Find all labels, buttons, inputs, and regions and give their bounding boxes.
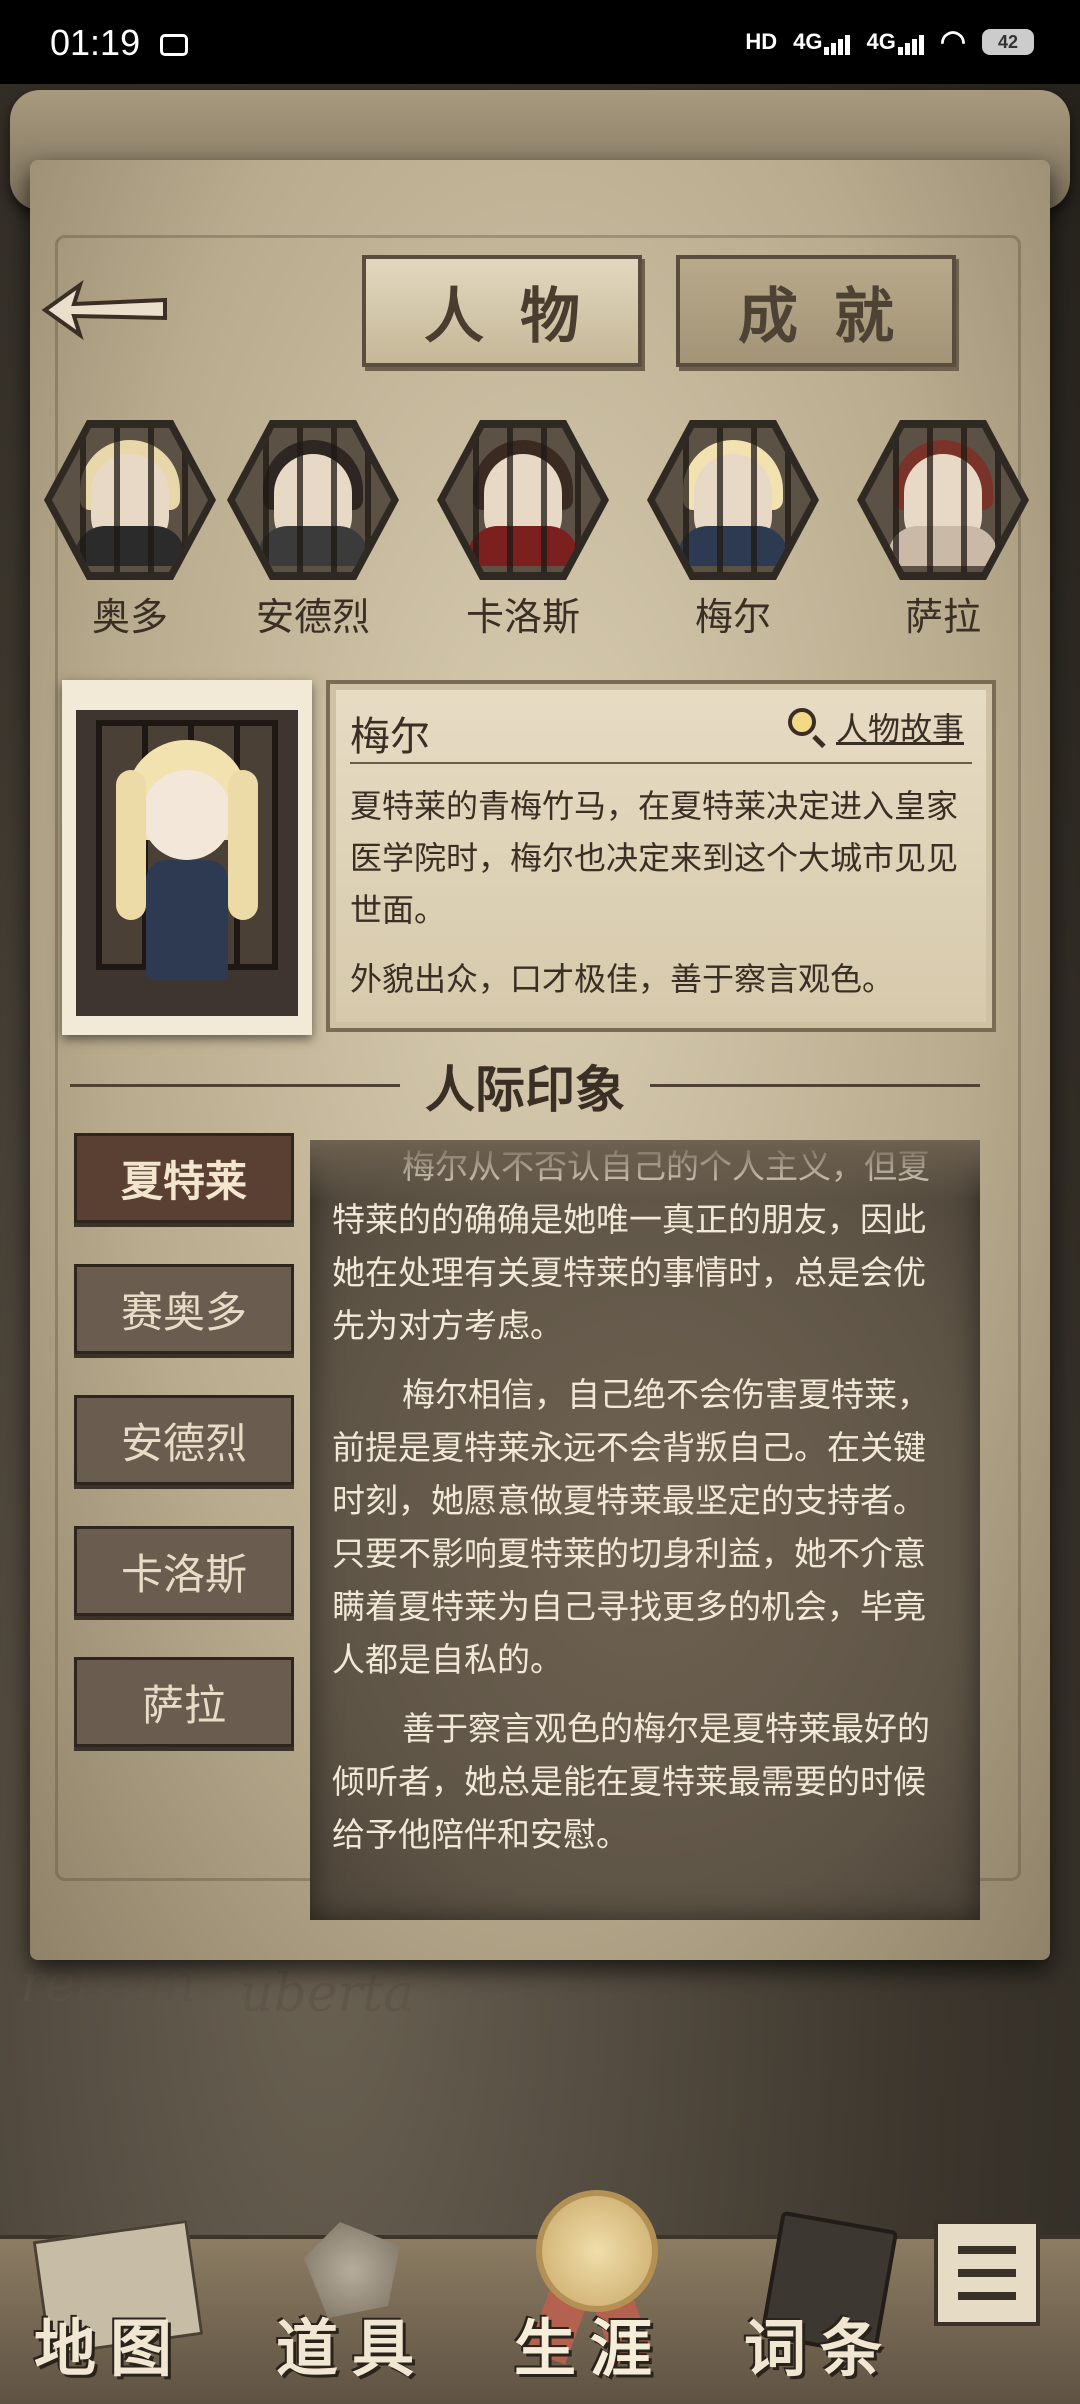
menu-button[interactable] xyxy=(934,2220,1040,2326)
character-portrait xyxy=(647,420,819,580)
signal-icon-2: 4G xyxy=(866,29,924,55)
character-portrait xyxy=(227,420,399,580)
character-name: 安德烈 xyxy=(255,595,370,639)
status-time: 01:19 xyxy=(50,22,141,63)
selected-character-portrait xyxy=(62,680,312,1035)
tab-achievements[interactable]: 成就 xyxy=(676,255,956,367)
character-name: 梅尔 xyxy=(694,595,771,639)
map-text: uberta xyxy=(240,1964,415,2024)
impressions-header: 人际印象 xyxy=(70,1050,980,1120)
magnifier-icon xyxy=(786,706,828,749)
character-story-label: 人物故事 xyxy=(835,710,964,748)
character-name: 卡洛斯 xyxy=(465,595,580,639)
impression-paragraph: 梅尔相信，自己绝不会伤害夏特莱，前提是夏特莱永远不会背叛自己。在关键时刻，她愿意… xyxy=(332,1375,930,1679)
relation-tab-sara[interactable]: 萨拉 xyxy=(74,1657,294,1747)
character-portrait xyxy=(857,420,1029,580)
tab-characters[interactable]: 人物 xyxy=(362,255,642,367)
character-aoduo[interactable]: 奥多 xyxy=(40,420,220,641)
character-info-card: 梅尔 人物故事 夏特莱的青梅竹马，在夏特莱决定进入皇家医学院时，梅尔也决定来到这… xyxy=(326,680,996,1032)
impressions-title: 人际印象 xyxy=(425,1060,625,1119)
mail-icon xyxy=(160,34,188,56)
relation-tab-andrei[interactable]: 安德烈 xyxy=(74,1395,294,1485)
character-traits: 外貌出众，口才极佳，善于察言观色。 xyxy=(350,960,895,998)
relation-tab-chatelet[interactable]: 夏特莱 xyxy=(74,1133,294,1223)
impression-text-panel[interactable]: 梅尔从不否认自己的个人主义，但夏特莱的的确确是她唯一真正的朋友，因此她在处理有关… xyxy=(310,1140,980,1920)
impression-text: 梅尔从不否认自己的个人主义，但夏特莱的的确确是她唯一真正的朋友，因此她在处理有关… xyxy=(332,1147,958,1877)
impression-paragraph: 善于察言观色的梅尔是夏特莱最好的倾听者，她总是能在夏特莱最需要的时候给予他陪伴和… xyxy=(332,1709,930,1854)
hd-icon: HD xyxy=(745,28,778,54)
text-fade xyxy=(310,1140,980,1200)
status-bar: 01:19 HD 4G 4G ◠ 42 xyxy=(0,0,1080,84)
medal-icon xyxy=(536,2190,658,2312)
nav-map-label: 地图 xyxy=(33,2312,186,2385)
battery-icon: 42 xyxy=(982,28,1034,55)
nav-map[interactable]: 地图 xyxy=(20,2190,204,2390)
relation-tab-theodore[interactable]: 赛奥多 xyxy=(74,1264,294,1354)
character-name: 萨拉 xyxy=(904,595,981,639)
divider xyxy=(350,762,972,764)
signal-icon: 4G xyxy=(793,29,851,55)
character-sara[interactable]: 萨拉 xyxy=(853,420,1033,641)
nav-items[interactable]: 道具 xyxy=(262,2190,442,2390)
character-carlos[interactable]: 卡洛斯 xyxy=(433,420,613,641)
nav-items-label: 道具 xyxy=(275,2312,428,2385)
status-icons: HD 4G 4G ◠ 42 xyxy=(745,24,1034,59)
character-portrait xyxy=(44,420,216,580)
character-title: 梅尔 xyxy=(350,714,430,760)
nav-glossary-label: 词条 xyxy=(743,2312,896,2385)
nav-career-label: 生涯 xyxy=(513,2312,666,2385)
character-story-button[interactable]: 人物故事 xyxy=(786,704,964,750)
arrow-left-icon xyxy=(41,279,167,341)
character-portrait xyxy=(437,420,609,580)
nav-glossary[interactable]: 词条 xyxy=(730,2190,910,2390)
wifi-icon: ◠ xyxy=(939,25,966,58)
character-andrei[interactable]: 安德烈 xyxy=(223,420,403,641)
character-name: 奥多 xyxy=(91,595,168,639)
relation-tab-carlos[interactable]: 卡洛斯 xyxy=(74,1526,294,1616)
map-text: retium xyxy=(20,1954,196,2014)
back-button[interactable] xyxy=(40,270,170,350)
nav-career[interactable]: 生涯 xyxy=(500,2190,680,2390)
character-description: 夏特莱的青梅竹马，在夏特莱决定进入皇家医学院时，梅尔也决定来到这个大城市见见世面… xyxy=(350,787,959,929)
character-mel[interactable]: 梅尔 xyxy=(643,420,823,641)
